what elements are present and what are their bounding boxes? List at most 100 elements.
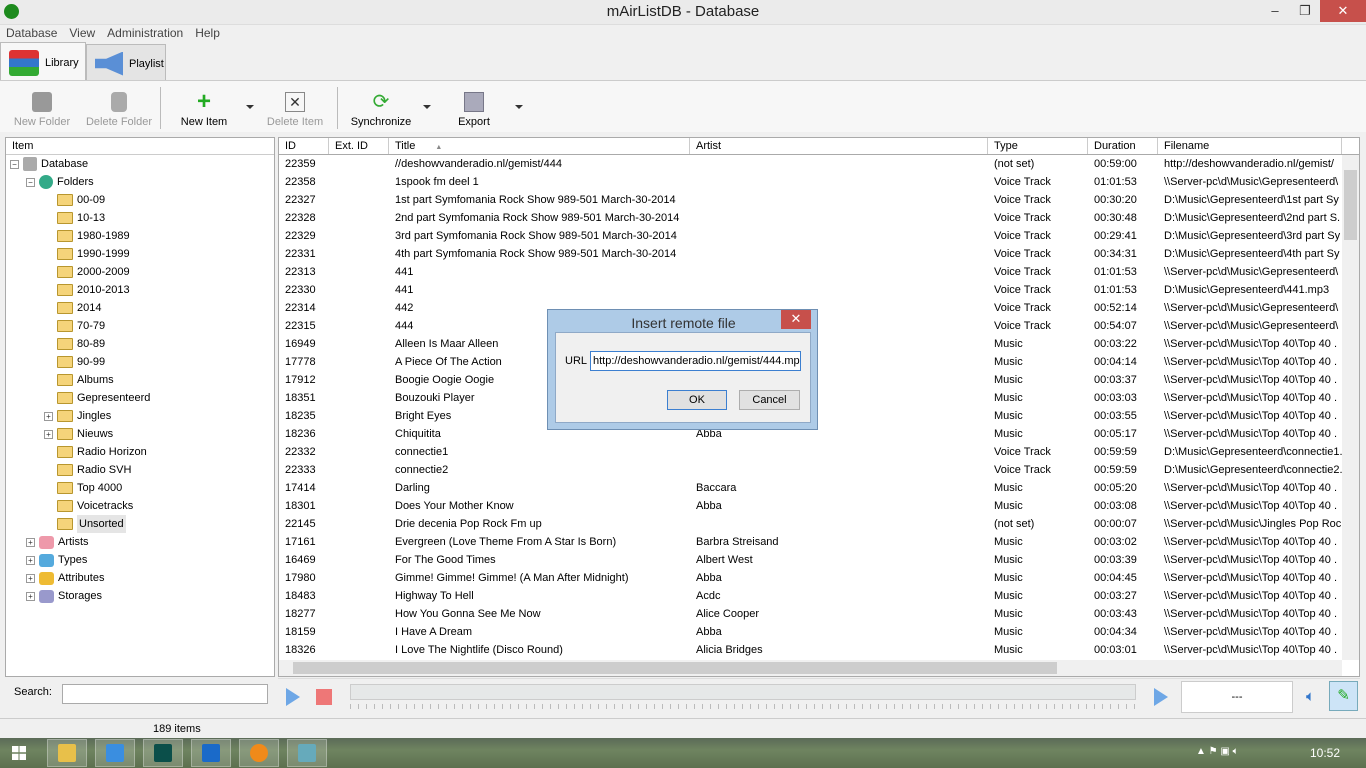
column-header-id[interactable]: ID bbox=[279, 138, 329, 154]
tree-node-folder[interactable]: 2014 bbox=[44, 299, 101, 317]
table-row[interactable]: 22327 1st part Symfomania Rock Show 989-5… bbox=[279, 191, 1342, 209]
table-row[interactable]: 22328 2nd part Symfomania Rock Show 989-5… bbox=[279, 209, 1342, 227]
minimize-button[interactable]: – bbox=[1260, 0, 1290, 22]
table-row[interactable]: 16469 For The Good Times Albert West Music 0… bbox=[279, 551, 1342, 569]
tree-node-folder[interactable]: 10-13 bbox=[44, 209, 105, 227]
export-button[interactable]: Export bbox=[454, 89, 494, 128]
tree-node-folder[interactable]: 1980-1989 bbox=[44, 227, 130, 245]
expand-icon[interactable]: − bbox=[26, 177, 35, 187]
tree-node-folder[interactable]: Radio Horizon bbox=[44, 443, 147, 461]
tree-node-types[interactable]: + Types bbox=[26, 551, 87, 569]
search-input[interactable] bbox=[62, 684, 268, 704]
menu-database[interactable]: Database bbox=[0, 25, 63, 42]
table-row[interactable]: 22332 connectie1 Voice Track 00:59:59 D:\Mus… bbox=[279, 443, 1342, 461]
tree-node-folder[interactable]: Radio SVH bbox=[44, 461, 131, 479]
table-row[interactable]: 18483 Highway To Hell Acdc Music 00:03:27 \\S… bbox=[279, 587, 1342, 605]
tree-node-storages[interactable]: + Storages bbox=[26, 587, 102, 605]
delete-item-button[interactable]: ✕ Delete Item bbox=[264, 89, 326, 128]
items-table[interactable]: ID Ext. ID Title ▲ Artist Type Duration Filenam… bbox=[278, 137, 1360, 677]
export-dropdown-icon[interactable] bbox=[515, 105, 523, 113]
table-row[interactable]: 22313 441 Voice Track 01:01:53 \\Server-pc\d… bbox=[279, 263, 1342, 281]
column-header-artist[interactable]: Artist bbox=[690, 138, 988, 154]
column-header-duration[interactable]: Duration bbox=[1088, 138, 1158, 154]
tree-node-folder[interactable]: 2010-2013 bbox=[44, 281, 130, 299]
taskbar-internet-explorer[interactable] bbox=[95, 739, 135, 767]
taskbar-mairlist[interactable] bbox=[239, 739, 279, 767]
table-row[interactable]: 17980 Gimme! Gimme! Gimme! (A Man After M… bbox=[279, 569, 1342, 587]
column-header-ext-id[interactable]: Ext. ID bbox=[329, 138, 389, 154]
new-folder-button[interactable]: New Folder bbox=[12, 89, 72, 128]
tree-node-artists[interactable]: + Artists bbox=[26, 533, 89, 551]
tree-node-folders[interactable]: − Folders bbox=[26, 173, 94, 191]
table-row[interactable]: 22358 1spook fm deel 1 Voice Track 01:01:53… bbox=[279, 173, 1342, 191]
taskbar-outlook[interactable] bbox=[191, 739, 231, 767]
volume-icon[interactable]: 🔈︎ bbox=[1306, 688, 1315, 705]
tree-node-database[interactable]: − Database bbox=[10, 155, 88, 173]
tray-icons[interactable]: ▲ ⚑ ▣ 🔈︎ bbox=[1196, 746, 1239, 757]
horizontal-scrollbar[interactable] bbox=[279, 660, 1342, 676]
tree-node-folder[interactable]: 2000-2009 bbox=[44, 263, 130, 281]
ok-button[interactable]: OK bbox=[667, 390, 727, 410]
restore-button[interactable]: ❐ bbox=[1290, 0, 1320, 22]
tree-node-folder[interactable]: Voicetracks bbox=[44, 497, 133, 515]
taskbar-adobe-audition[interactable] bbox=[143, 739, 183, 767]
tree-node-attributes[interactable]: + Attributes bbox=[26, 569, 104, 587]
position-slider[interactable] bbox=[350, 684, 1136, 700]
new-item-button[interactable]: + New Item bbox=[176, 89, 232, 129]
stop-icon[interactable] bbox=[316, 689, 332, 705]
table-row[interactable]: 22145 Drie decenia Pop Rock Fm up (not set… bbox=[279, 515, 1342, 533]
table-row[interactable]: 18159 I Have A Dream Abba Music 00:04:34 \\Se… bbox=[279, 623, 1342, 641]
menu-help[interactable]: Help bbox=[189, 25, 226, 42]
close-button[interactable]: ✕ bbox=[1320, 0, 1366, 22]
synchronize-button[interactable]: ⟳ Synchronize bbox=[350, 89, 412, 128]
dialog-close-button[interactable]: ✕ bbox=[781, 310, 811, 329]
table-row[interactable]: 22333 connectie2 Voice Track 00:59:59 D:\Mus… bbox=[279, 461, 1342, 479]
expand-icon[interactable]: + bbox=[44, 429, 53, 439]
taskbar-paint[interactable] bbox=[287, 739, 327, 767]
table-row[interactable]: 17161 Evergreen (Love Theme From A Star I… bbox=[279, 533, 1342, 551]
cancel-button[interactable]: Cancel bbox=[739, 390, 800, 410]
taskbar-file-explorer[interactable] bbox=[47, 739, 87, 767]
table-row[interactable]: 22329 3rd part Symfomania Rock Show 989-5… bbox=[279, 227, 1342, 245]
expand-icon[interactable]: + bbox=[26, 573, 35, 583]
tree-node-folder[interactable]: 80-89 bbox=[44, 335, 105, 353]
table-row[interactable]: 18326 I Love The Nightlife (Disco Round) A… bbox=[279, 641, 1342, 659]
table-row[interactable]: 18301 Does Your Mother Know Abba Music 00:03… bbox=[279, 497, 1342, 515]
menu-view[interactable]: View bbox=[63, 25, 101, 42]
tree-node-folder[interactable]: + Nieuws bbox=[44, 425, 113, 443]
table-row[interactable]: 22330 441 Voice Track 01:01:53 D:\Music\Gepr… bbox=[279, 281, 1342, 299]
expand-icon[interactable]: + bbox=[26, 555, 35, 565]
tree-node-folder[interactable]: Albums bbox=[44, 371, 114, 389]
table-row[interactable]: 17414 Darling Baccara Music 00:05:20 \\Server… bbox=[279, 479, 1342, 497]
url-input[interactable] bbox=[590, 351, 801, 371]
new-item-dropdown-icon[interactable] bbox=[246, 105, 254, 113]
column-header-filename[interactable]: Filename bbox=[1158, 138, 1342, 154]
expand-icon[interactable]: + bbox=[26, 591, 35, 601]
tree-node-folder[interactable]: 00-09 bbox=[44, 191, 105, 209]
library-tree[interactable]: Item − Database − Folders 00-09 10-13 1980-198… bbox=[5, 137, 275, 677]
tab-library[interactable]: Library bbox=[0, 42, 86, 82]
table-row[interactable]: 22331 4th part Symfomania Rock Show 989-5… bbox=[279, 245, 1342, 263]
expand-icon[interactable]: − bbox=[10, 159, 19, 169]
tree-node-folder[interactable]: Top 4000 bbox=[44, 479, 122, 497]
play-icon[interactable] bbox=[286, 688, 300, 706]
scroll-thumb[interactable] bbox=[1344, 170, 1357, 240]
synchronize-dropdown-icon[interactable] bbox=[423, 105, 431, 113]
table-row[interactable]: 18277 How You Gonna See Me Now Alice Coope… bbox=[279, 605, 1342, 623]
edit-icon[interactable]: ✎ bbox=[1329, 681, 1358, 711]
column-header-type[interactable]: Type bbox=[988, 138, 1088, 154]
expand-icon[interactable]: + bbox=[26, 537, 35, 547]
tree-node-folder[interactable]: 90-99 bbox=[44, 353, 105, 371]
column-header-title[interactable]: Title ▲ bbox=[389, 138, 690, 154]
vertical-scrollbar[interactable] bbox=[1342, 155, 1359, 660]
clock[interactable]: 10:52 bbox=[1310, 746, 1340, 760]
expand-icon[interactable]: + bbox=[44, 411, 53, 421]
start-icon[interactable] bbox=[12, 746, 26, 760]
scroll-thumb[interactable] bbox=[293, 662, 1057, 674]
skip-next-icon[interactable] bbox=[1154, 688, 1168, 706]
tab-playlist[interactable]: Playlist bbox=[86, 44, 166, 82]
tree-node-folder[interactable]: Gepresenteerd bbox=[44, 389, 150, 407]
table-row[interactable]: 22359 //deshowvanderadio.nl/gemist/444 (no… bbox=[279, 155, 1342, 173]
tree-node-folder[interactable]: 1990-1999 bbox=[44, 245, 130, 263]
tree-node-folder[interactable]: Unsorted bbox=[44, 515, 126, 533]
